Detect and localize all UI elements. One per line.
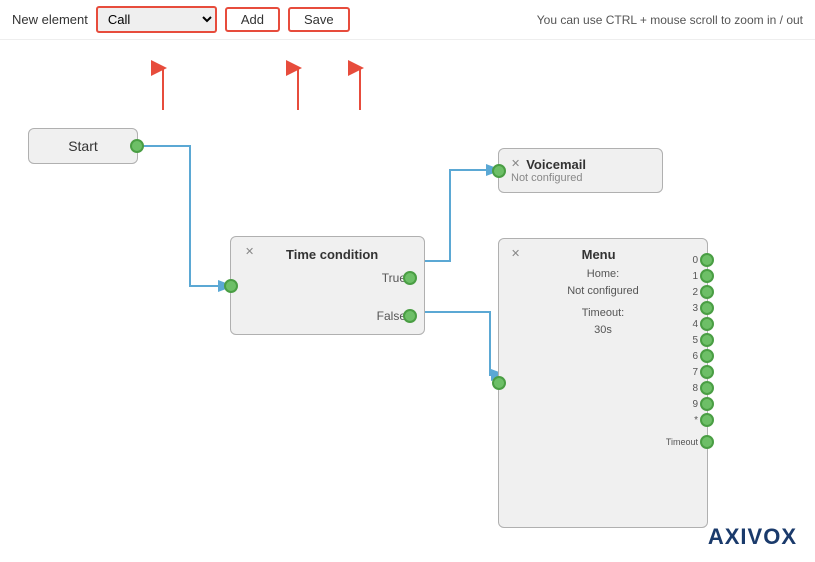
- menu-port-dot-4[interactable]: [700, 317, 714, 331]
- add-button[interactable]: Add: [225, 7, 280, 32]
- menu-port-dot-0[interactable]: [700, 253, 714, 267]
- voicemail-title: Voicemail: [526, 157, 586, 172]
- time-condition-node[interactable]: ✕ Time condition True False: [230, 236, 425, 335]
- time-close-icon[interactable]: ✕: [245, 247, 254, 258]
- element-select[interactable]: CallVoicemailMenuTime conditionIVR: [96, 6, 217, 33]
- new-element-label: New element: [12, 12, 88, 27]
- start-label: Start: [68, 138, 98, 154]
- menu-node[interactable]: ✕ Menu Home: Not configured Timeout: 30s…: [498, 238, 708, 528]
- menu-port-timeout: Timeout: [666, 435, 714, 449]
- menu-port-6: 6: [666, 349, 714, 363]
- menu-port-dot-5[interactable]: [700, 333, 714, 347]
- zoom-hint: You can use CTRL + mouse scroll to zoom …: [537, 13, 803, 27]
- voicemail-subtitle: Not configured: [511, 172, 650, 184]
- menu-port-dot-6[interactable]: [700, 349, 714, 363]
- menu-input-port[interactable]: [492, 376, 506, 390]
- menu-port-dot-1[interactable]: [700, 269, 714, 283]
- menu-port-star: *: [666, 413, 714, 427]
- menu-port-0: 0: [666, 253, 714, 267]
- canvas: Start ✕ Time condition True False ✕ Voic…: [0, 40, 815, 558]
- voicemail-node[interactable]: ✕ Voicemail Not configured: [498, 148, 663, 193]
- menu-close-icon[interactable]: ✕: [511, 249, 520, 260]
- time-true-port[interactable]: [403, 271, 417, 285]
- start-node[interactable]: Start: [28, 128, 138, 164]
- time-false-port[interactable]: [403, 309, 417, 323]
- menu-port-dot-9[interactable]: [700, 397, 714, 411]
- menu-port-2: 2: [666, 285, 714, 299]
- menu-port-4: 4: [666, 317, 714, 331]
- menu-port-dot-3[interactable]: [700, 301, 714, 315]
- false-label: False: [377, 309, 406, 323]
- menu-port-3: 3: [666, 301, 714, 315]
- menu-output-ports: 0 1 2 3 4 5 6: [666, 239, 714, 449]
- menu-port-dot-8[interactable]: [700, 381, 714, 395]
- menu-title: Menu: [524, 247, 673, 262]
- time-title: Time condition: [254, 247, 410, 262]
- axivox-logo: AXIVOX: [708, 524, 797, 550]
- toolbar: New element CallVoicemailMenuTime condit…: [0, 0, 815, 40]
- menu-port-dot-2[interactable]: [700, 285, 714, 299]
- voicemail-close-icon[interactable]: ✕: [511, 159, 520, 170]
- menu-port-1: 1: [666, 269, 714, 283]
- menu-port-dot-star[interactable]: [700, 413, 714, 427]
- menu-port-dot-timeout[interactable]: [700, 435, 714, 449]
- menu-port-7: 7: [666, 365, 714, 379]
- menu-port-5: 5: [666, 333, 714, 347]
- voicemail-input-port[interactable]: [492, 164, 506, 178]
- time-input-port[interactable]: [224, 279, 238, 293]
- menu-port-9: 9: [666, 397, 714, 411]
- menu-port-dot-7[interactable]: [700, 365, 714, 379]
- menu-port-8: 8: [666, 381, 714, 395]
- start-output-port[interactable]: [130, 139, 144, 153]
- save-button[interactable]: Save: [288, 7, 350, 32]
